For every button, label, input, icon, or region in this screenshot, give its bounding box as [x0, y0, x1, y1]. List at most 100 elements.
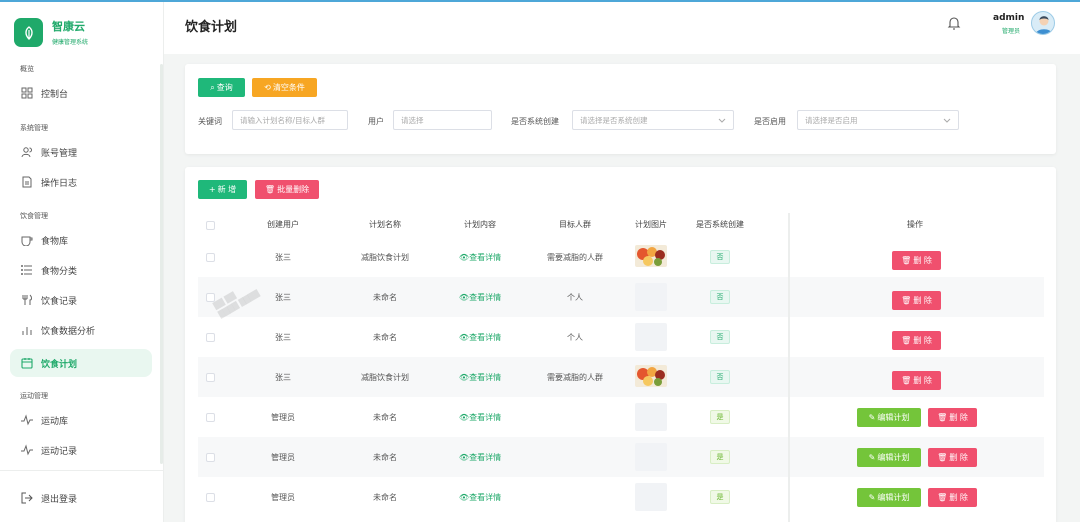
table-row: 管理员 未命名 👁查看详情 是 ✎ 编辑计划 🗑 删 除 — [198, 437, 1044, 477]
sidebar-item-label: 操作日志 — [41, 178, 78, 189]
sidebar-item-diet-record[interactable]: 饮食记录 — [10, 286, 152, 314]
clear-conditions-button[interactable]: ⟲ 清空条件 — [252, 78, 317, 97]
cell-plan-name: 未命名 — [373, 453, 397, 462]
logout-button[interactable]: 退出登录 — [10, 486, 152, 510]
sidebar-item-diet-analysis[interactable]: 饮食数据分析 — [10, 316, 152, 344]
delete-button[interactable]: 🗑 删 除 — [892, 291, 941, 310]
bar-chart-icon — [21, 324, 33, 336]
cell-plan-name: 减脂饮食计划 — [361, 373, 409, 382]
view-details-link[interactable]: 👁查看详情 — [445, 412, 515, 423]
eye-icon: 👁 — [458, 293, 470, 302]
plan-image-placeholder — [635, 483, 667, 511]
edit-icon: ✎ — [868, 453, 876, 462]
trash-icon: 🗑 — [901, 296, 912, 305]
pulse-icon — [21, 444, 33, 456]
sidebar-scrollbar[interactable] — [160, 64, 163, 464]
group-label-overview: 概览 — [20, 65, 34, 73]
eye-icon: 👁 — [458, 333, 470, 342]
sidebar-item-logs[interactable]: 操作日志 — [10, 168, 152, 196]
avatar[interactable] — [1031, 11, 1055, 35]
select-all-checkbox[interactable] — [206, 221, 215, 230]
user-name: admin — [993, 13, 1025, 23]
row-checkbox[interactable] — [206, 333, 215, 342]
table-row: 张三 未命名 👁查看详情 个人否 🗑 删 除 — [198, 317, 1044, 357]
cell-user: 管理员 — [271, 413, 295, 422]
plus-icon: + — [208, 185, 216, 194]
view-details-link[interactable]: 👁查看详情 — [445, 492, 515, 503]
row-checkbox[interactable] — [206, 253, 215, 262]
delete-button[interactable]: 🗑 删 除 — [892, 251, 941, 270]
cell-user: 管理员 — [271, 453, 295, 462]
delete-button[interactable]: 🗑 删 除 — [928, 408, 977, 427]
view-details-link[interactable]: 👁查看详情 — [445, 372, 515, 383]
view-details-link[interactable]: 👁查看详情 — [445, 332, 515, 343]
chevron-down-icon — [718, 118, 726, 123]
row-checkbox[interactable] — [206, 373, 215, 382]
plan-image[interactable] — [635, 245, 667, 267]
header-create-user: 创建用户 — [267, 220, 299, 229]
sidebar-item-label: 食物分类 — [41, 266, 78, 277]
cell-target-group: 需要减脂的人群 — [547, 253, 603, 262]
keyword-input[interactable]: 请输入计划名称/目标人群 — [232, 110, 348, 130]
view-details-link[interactable]: 👁查看详情 — [445, 452, 515, 463]
system-created-label: 是否系统创建 — [511, 117, 559, 126]
system-created-badge: 是 — [710, 490, 730, 504]
table-row: 张三 未命名 👁查看详情 个人否 🗑 删 除 — [198, 277, 1044, 317]
document-icon — [21, 176, 33, 188]
grid-icon — [21, 87, 33, 99]
list-icon — [21, 264, 33, 276]
cell-user: 管理员 — [271, 493, 295, 502]
cell-user: 张三 — [275, 253, 291, 262]
sidebar-item-food-category[interactable]: 食物分类 — [10, 256, 152, 284]
sidebar-divider — [0, 470, 164, 471]
user-label: 用户 — [368, 117, 384, 126]
pulse-icon — [21, 414, 33, 426]
trash-icon: 🗑 — [901, 376, 912, 385]
plan-image-placeholder — [635, 283, 667, 311]
edit-plan-button[interactable]: ✎ 编辑计划 — [857, 448, 921, 467]
sidebar-item-exercise-library[interactable]: 运动库 — [10, 406, 152, 434]
calendar-icon — [21, 357, 33, 369]
plan-image[interactable] — [635, 365, 667, 387]
user-select[interactable]: 请选择 — [393, 110, 492, 130]
sidebar-item-exercise-record[interactable]: 运动记录 — [10, 436, 152, 464]
chevron-down-icon — [943, 118, 951, 123]
eye-icon: 👁 — [458, 253, 470, 262]
sidebar: 智康云 健康管理系统 概览 控制台 系统管理 账号管理 操作日志 饮食管理 食物… — [0, 2, 164, 522]
bell-icon[interactable] — [947, 15, 961, 31]
top-header: 饮食计划 admin 管理员 — [164, 2, 1080, 54]
edit-icon: ✎ — [868, 413, 876, 422]
view-details-link[interactable]: 👁查看详情 — [445, 252, 515, 263]
batch-delete-button[interactable]: 🗑 批量删除 — [255, 180, 319, 199]
row-checkbox[interactable] — [206, 493, 215, 502]
delete-button[interactable]: 🗑 删 除 — [892, 331, 941, 350]
sidebar-item-dashboard[interactable]: 控制台 — [10, 79, 152, 107]
sidebar-item-label: 控制台 — [41, 89, 69, 100]
system-created-select[interactable]: 请选择是否系统创建 — [572, 110, 734, 130]
plan-image-placeholder — [635, 323, 667, 351]
sidebar-item-accounts[interactable]: 账号管理 — [10, 138, 152, 166]
delete-button[interactable]: 🗑 删 除 — [928, 488, 977, 507]
enabled-select[interactable]: 请选择是否启用 — [797, 110, 959, 130]
delete-button[interactable]: 🗑 删 除 — [928, 448, 977, 467]
search-icon: ⌕ — [210, 82, 215, 92]
fixed-column-divider — [788, 213, 790, 522]
leaf-logo-icon — [14, 18, 43, 47]
row-checkbox[interactable] — [206, 413, 215, 422]
sidebar-item-diet-plan[interactable]: 饮食计划 — [10, 349, 152, 377]
add-button[interactable]: + 新 增 — [198, 180, 247, 199]
page-title: 饮食计划 — [185, 20, 238, 35]
view-details-link[interactable]: 👁查看详情 — [445, 292, 515, 303]
edit-plan-button[interactable]: ✎ 编辑计划 — [857, 408, 921, 427]
eye-icon: 👁 — [458, 493, 470, 502]
brand-name: 智康云 — [52, 20, 85, 33]
table-row: 管理员 未命名 👁查看详情 是 ✎ 编辑计划 🗑 删 除 — [198, 477, 1044, 517]
sidebar-item-label: 饮食计划 — [41, 359, 78, 370]
delete-button[interactable]: 🗑 删 除 — [892, 371, 941, 390]
row-checkbox[interactable] — [206, 453, 215, 462]
cell-target-group: 需要减脂的人群 — [547, 373, 603, 382]
query-button[interactable]: ⌕ 查询 — [198, 78, 245, 97]
sidebar-item-food-library[interactable]: 食物库 — [10, 226, 152, 254]
edit-plan-button[interactable]: ✎ 编辑计划 — [857, 488, 921, 507]
sidebar-item-label: 运动记录 — [41, 446, 78, 457]
